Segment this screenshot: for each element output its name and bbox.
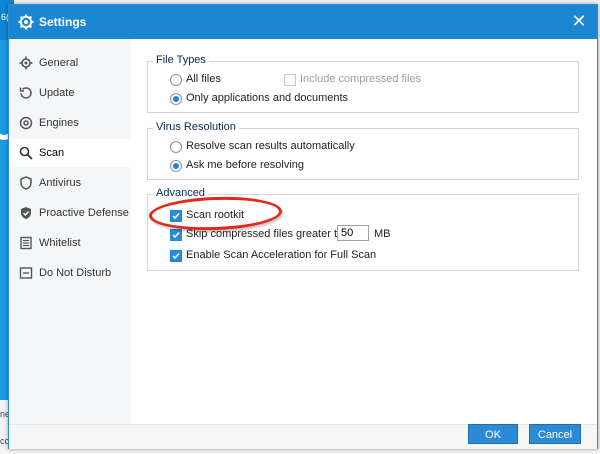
skip-compressed-checkbox[interactable] xyxy=(170,229,182,241)
close-icon[interactable]: ✕ xyxy=(569,11,589,31)
ask-me-label: Ask me before resolving xyxy=(186,159,304,171)
sidebar-item-label: Scan xyxy=(39,147,65,159)
include-compressed-label: Include compressed files xyxy=(300,73,422,85)
sidebar-item-label: Update xyxy=(39,87,75,99)
engine-icon xyxy=(19,116,33,130)
all-files-label: All files xyxy=(186,73,221,85)
skip-size-input[interactable] xyxy=(337,225,369,241)
ok-button[interactable]: OK xyxy=(468,424,518,444)
sidebar-item-label: Whitelist xyxy=(39,237,81,249)
sidebar-item-label: Do Not Disturb xyxy=(39,267,112,279)
sidebar-item-whitelist[interactable]: Whitelist xyxy=(9,229,131,257)
settings-dialog: Settings ✕ General Update Engines Scan A… xyxy=(8,4,598,449)
only-apps-docs-radio[interactable] xyxy=(170,93,182,105)
sidebar-item-proactive-defense[interactable]: Proactive Defense xyxy=(9,199,131,227)
sidebar-item-label: Proactive Defense xyxy=(39,207,129,219)
scan-acceleration-checkbox[interactable] xyxy=(170,250,182,262)
file-types-legend: File Types xyxy=(153,54,209,66)
list-icon xyxy=(20,236,32,250)
virus-resolution-group: Virus Resolution Resolve scan results au… xyxy=(147,121,579,180)
resolve-auto-radio[interactable] xyxy=(170,141,182,153)
sidebar-item-label: Engines xyxy=(39,117,79,129)
resolve-auto-label: Resolve scan results automatically xyxy=(186,140,355,152)
sidebar-item-label: Antivirus xyxy=(39,177,82,189)
gear-icon xyxy=(19,56,33,70)
file-types-group: File Types All files Include compressed … xyxy=(147,54,579,113)
settings-sidebar: General Update Engines Scan Antivirus Pr… xyxy=(9,39,132,424)
scan-acceleration-label: Enable Scan Acceleration for Full Scan xyxy=(186,249,377,261)
search-icon xyxy=(19,146,33,160)
sidebar-item-do-not-disturb[interactable]: Do Not Disturb xyxy=(9,259,131,287)
shield-check-icon xyxy=(21,207,31,219)
virus-resolution-legend: Virus Resolution xyxy=(153,121,239,133)
sidebar-item-scan[interactable]: Scan xyxy=(9,139,131,167)
sidebar-item-general[interactable]: General xyxy=(9,49,131,77)
update-icon xyxy=(19,87,32,99)
include-compressed-checkbox xyxy=(284,74,296,86)
sidebar-item-antivirus[interactable]: Antivirus xyxy=(9,169,131,197)
sidebar-item-label: General xyxy=(39,57,79,69)
title-bar[interactable]: Settings ✕ xyxy=(9,5,597,39)
scan-settings-panel: File Types All files Include compressed … xyxy=(131,39,597,424)
shield-icon xyxy=(20,176,32,190)
window-title: Settings xyxy=(39,15,87,29)
sidebar-item-engines[interactable]: Engines xyxy=(9,109,131,137)
ask-me-radio[interactable] xyxy=(170,160,182,172)
do-not-disturb-icon xyxy=(19,267,33,279)
gear-icon xyxy=(18,14,34,30)
cancel-button[interactable]: Cancel xyxy=(529,424,581,444)
all-files-radio[interactable] xyxy=(170,74,182,86)
skip-size-unit: MB xyxy=(374,228,391,240)
only-apps-docs-label: Only applications and documents xyxy=(186,92,349,104)
sidebar-item-update[interactable]: Update xyxy=(9,79,131,107)
